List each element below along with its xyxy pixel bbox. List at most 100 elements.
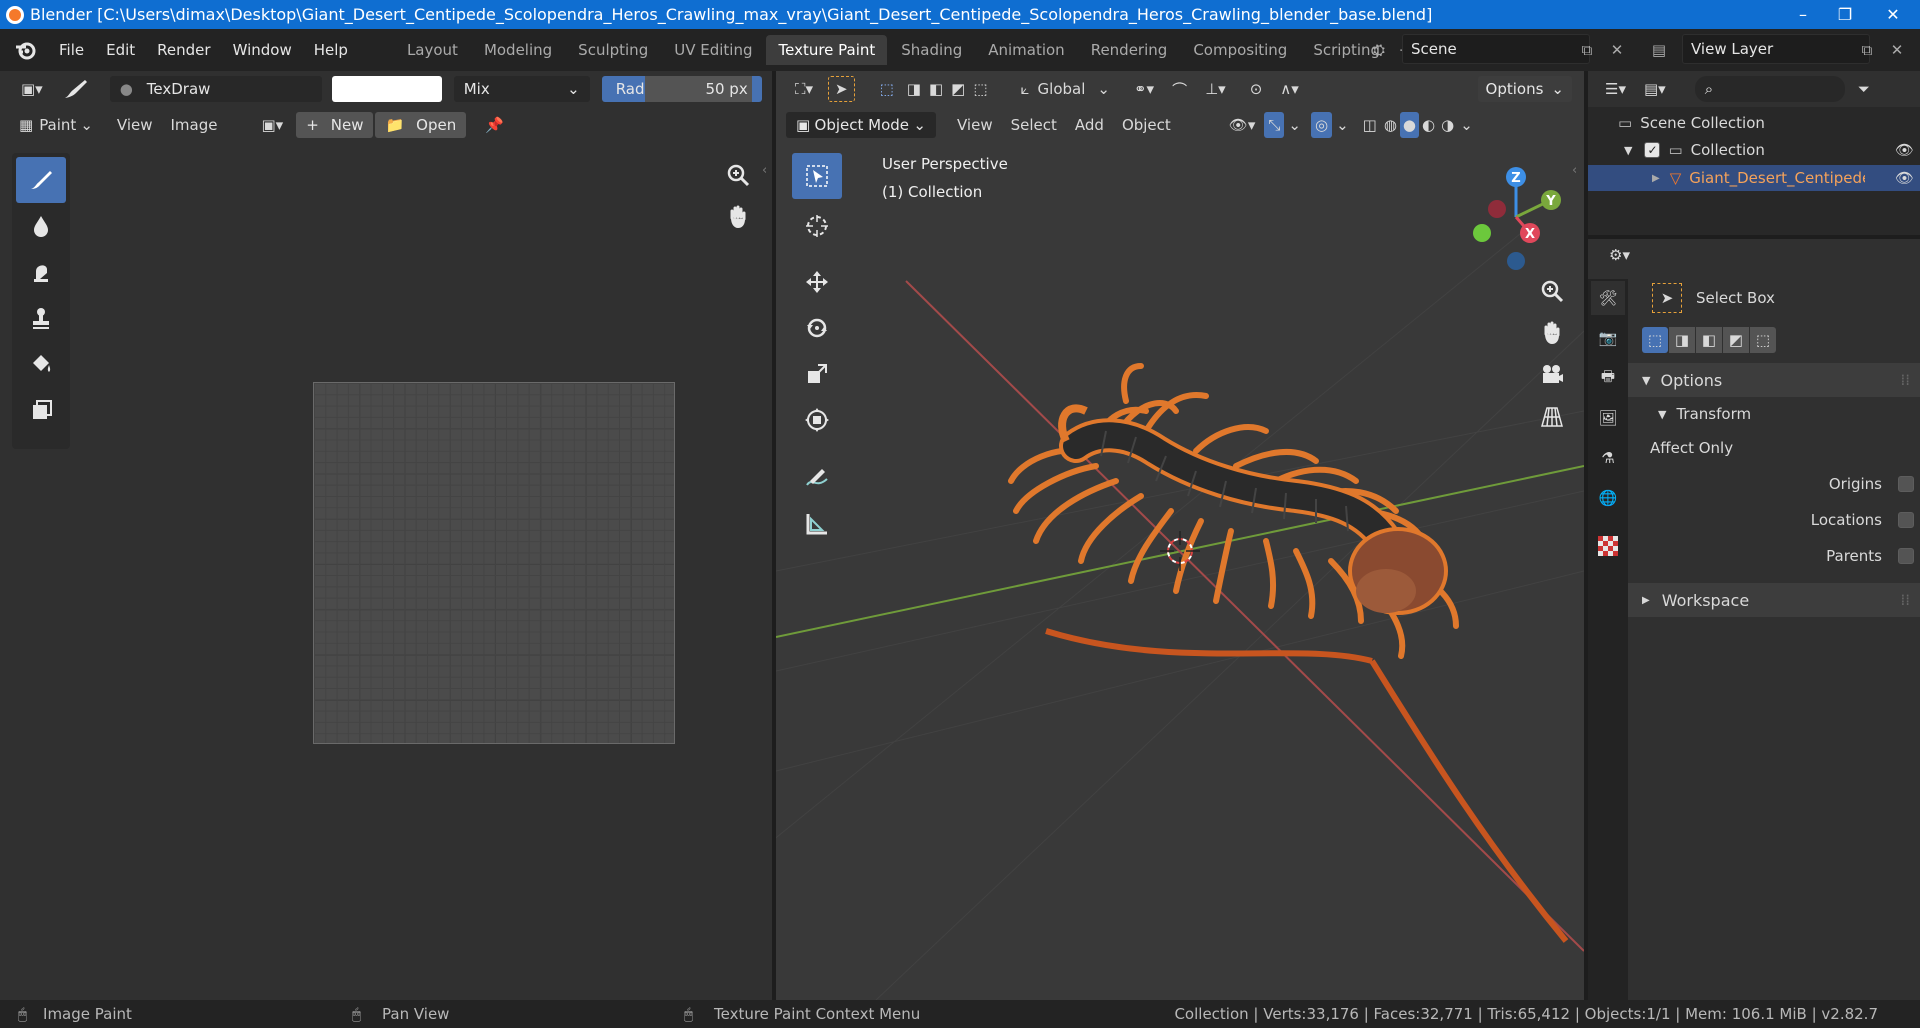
drag-handle-icon[interactable]: ⁞⁞	[1900, 371, 1910, 389]
menu-help[interactable]: Help	[303, 29, 359, 71]
editor-type-icon[interactable]: ☰▾	[1596, 76, 1635, 102]
centipede-object-row[interactable]: ▶ ▽ Giant_Desert_Centipede 👁	[1588, 165, 1920, 191]
scene-collection-row[interactable]: ▭ Scene Collection	[1618, 110, 1765, 136]
select-mode-invert-icon[interactable]: ◩	[947, 76, 969, 102]
rotate-tool-icon[interactable]	[792, 305, 842, 351]
tab-sculpting[interactable]: Sculpting	[566, 35, 660, 65]
locations-row[interactable]: Locations	[1628, 511, 1920, 529]
clone-tool-icon[interactable]	[16, 295, 66, 341]
parents-checkbox[interactable]	[1898, 548, 1914, 564]
scale-tool-icon[interactable]	[792, 351, 842, 397]
tool-properties-tab-icon[interactable]: 🛠	[1591, 281, 1625, 315]
collection-checkbox[interactable]: ✓	[1644, 142, 1661, 158]
select-mode-new-icon[interactable]: ⬚	[871, 76, 903, 102]
mask-tool-icon[interactable]	[16, 387, 66, 433]
menu-select[interactable]: Select	[1002, 112, 1066, 138]
delete-scene-icon[interactable]: ✕	[1604, 37, 1630, 63]
tab-layout[interactable]: Layout	[395, 35, 470, 65]
radius-slider[interactable]: Radius 50 px	[601, 76, 762, 102]
select-mode-new-icon[interactable]: ⬚	[1642, 327, 1668, 353]
tab-modeling[interactable]: Modeling	[472, 35, 564, 65]
texture-properties-tab-icon[interactable]	[1591, 529, 1625, 563]
menu-object[interactable]: Object	[1113, 112, 1180, 138]
tab-compositing[interactable]: Compositing	[1181, 35, 1299, 65]
drag-handle-icon[interactable]: ⁞⁞	[1900, 591, 1910, 609]
fill-tool-icon[interactable]	[16, 341, 66, 387]
menu-view[interactable]: View	[108, 112, 162, 138]
origins-row[interactable]: Origins	[1628, 475, 1920, 493]
filter-icon[interactable]: ⏷	[1849, 76, 1879, 102]
tab-animation[interactable]: Animation	[976, 35, 1076, 65]
open-image-button[interactable]: 📁 Open	[375, 112, 467, 138]
collapse-sidebar-icon[interactable]: ‹	[1572, 163, 1577, 178]
draw-tool-icon[interactable]	[16, 157, 66, 203]
scene-field[interactable]: Scene	[1402, 34, 1590, 64]
cursor-tool-icon[interactable]	[792, 203, 842, 249]
select-mode-invert-icon[interactable]: ◩	[1723, 327, 1749, 353]
select-mode-intersect-icon[interactable]: ⬚	[969, 76, 991, 102]
select-tool-icon[interactable]: ➤	[828, 76, 855, 102]
visibility-eye-icon[interactable]: 👁▾	[1220, 112, 1265, 138]
tab-shading[interactable]: Shading	[889, 35, 974, 65]
blend-mode-dropdown[interactable]: Mix ⌄	[453, 76, 590, 102]
select-mode-extend-icon[interactable]: ◨	[903, 76, 925, 102]
smear-tool-icon[interactable]	[16, 249, 66, 295]
tab-texture-paint[interactable]: Texture Paint	[766, 35, 888, 65]
falloff-icon[interactable]: ∧▾	[1271, 76, 1308, 102]
brush-icon[interactable]	[52, 76, 98, 102]
collapse-sidebar-icon[interactable]: ‹	[762, 163, 767, 178]
rendered-shading-icon[interactable]: ◑	[1438, 112, 1457, 138]
delete-view-layer-icon[interactable]: ✕	[1884, 37, 1910, 63]
display-mode-icon[interactable]: ▤▾	[1635, 76, 1675, 102]
close-button[interactable]: ✕	[1866, 0, 1920, 29]
tab-uv-editing[interactable]: UV Editing	[662, 35, 764, 65]
expand-arrow-icon[interactable]: ▼	[1624, 144, 1632, 157]
menu-view[interactable]: View	[948, 112, 1002, 138]
options-panel-header[interactable]: ▼ Options ⁞⁞	[1628, 363, 1920, 397]
pan-hand-icon[interactable]	[720, 199, 756, 235]
image-browse-icon[interactable]: ▣▾	[252, 112, 292, 138]
menu-add[interactable]: Add	[1066, 112, 1113, 138]
object-mode-dropdown[interactable]: ▣ Object Mode ⌄	[786, 112, 936, 138]
snap-icon[interactable]: ⌒	[1163, 76, 1196, 102]
annotate-tool-icon[interactable]	[792, 455, 842, 501]
menu-window[interactable]: Window	[222, 29, 303, 71]
zoom-icon[interactable]	[1534, 273, 1570, 309]
chevron-down-icon[interactable]: ⌄	[1332, 112, 1353, 138]
visibility-eye-icon[interactable]: 👁	[1895, 141, 1914, 159]
new-image-button[interactable]: + New	[296, 112, 374, 138]
pivot-point-icon[interactable]: ⚭▾	[1125, 76, 1163, 102]
collection-row[interactable]: ▼ ✓ ▭ Collection 👁	[1624, 137, 1914, 163]
brush-color-swatch[interactable]	[331, 76, 442, 102]
image-canvas-grid[interactable]	[313, 382, 675, 744]
output-properties-tab-icon[interactable]: 🖶	[1591, 361, 1625, 395]
view-layer-selector-icon[interactable]: ▤	[1646, 37, 1672, 63]
select-mode-intersect-icon[interactable]: ⬚	[1750, 327, 1776, 353]
blender-logo-icon[interactable]	[14, 38, 38, 62]
3d-viewport[interactable]: ⛶▾ ➤ ⬚ ◨ ◧ ◩ ⬚ ⟀ Global ⌄ ⚭▾ ⌒ ⊥▾ ⊙ ∧▾ O…	[776, 71, 1584, 1000]
zoom-icon[interactable]	[720, 157, 756, 193]
transform-orientation-dropdown[interactable]: ⟀ Global ⌄	[1012, 76, 1119, 102]
editor-type-icon[interactable]: ⛶▾	[786, 76, 822, 102]
new-view-layer-icon[interactable]: ⧉	[1854, 37, 1880, 63]
solid-shading-icon[interactable]: ●	[1399, 112, 1420, 138]
brush-name-field[interactable]: ● TexDraw	[109, 76, 322, 102]
perspective-toggle-icon[interactable]	[1534, 399, 1570, 435]
view-layer-field[interactable]: View Layer	[1682, 34, 1870, 64]
outliner-search-input[interactable]: ⌕	[1694, 76, 1845, 102]
pin-icon[interactable]: 📌	[476, 112, 513, 138]
workspace-panel-header[interactable]: ▶ Workspace ⁞⁞	[1628, 583, 1920, 617]
menu-edit[interactable]: Edit	[95, 29, 146, 71]
proportional-edit-icon[interactable]: ⊙	[1241, 76, 1272, 102]
chevron-down-icon[interactable]: ⌄	[1284, 112, 1305, 138]
scene-properties-tab-icon[interactable]: ⚗	[1591, 441, 1625, 475]
select-box-tool-icon[interactable]	[792, 153, 842, 199]
xray-toggle-icon[interactable]: ◫	[1359, 112, 1381, 138]
soften-tool-icon[interactable]	[16, 203, 66, 249]
chevron-down-icon[interactable]: ⌄	[1457, 112, 1476, 138]
parents-row[interactable]: Parents	[1628, 547, 1920, 565]
menu-render[interactable]: Render	[146, 29, 221, 71]
select-mode-extend-icon[interactable]: ◨	[1669, 327, 1695, 353]
select-mode-subtract-icon[interactable]: ◧	[925, 76, 947, 102]
locations-checkbox[interactable]	[1898, 512, 1914, 528]
